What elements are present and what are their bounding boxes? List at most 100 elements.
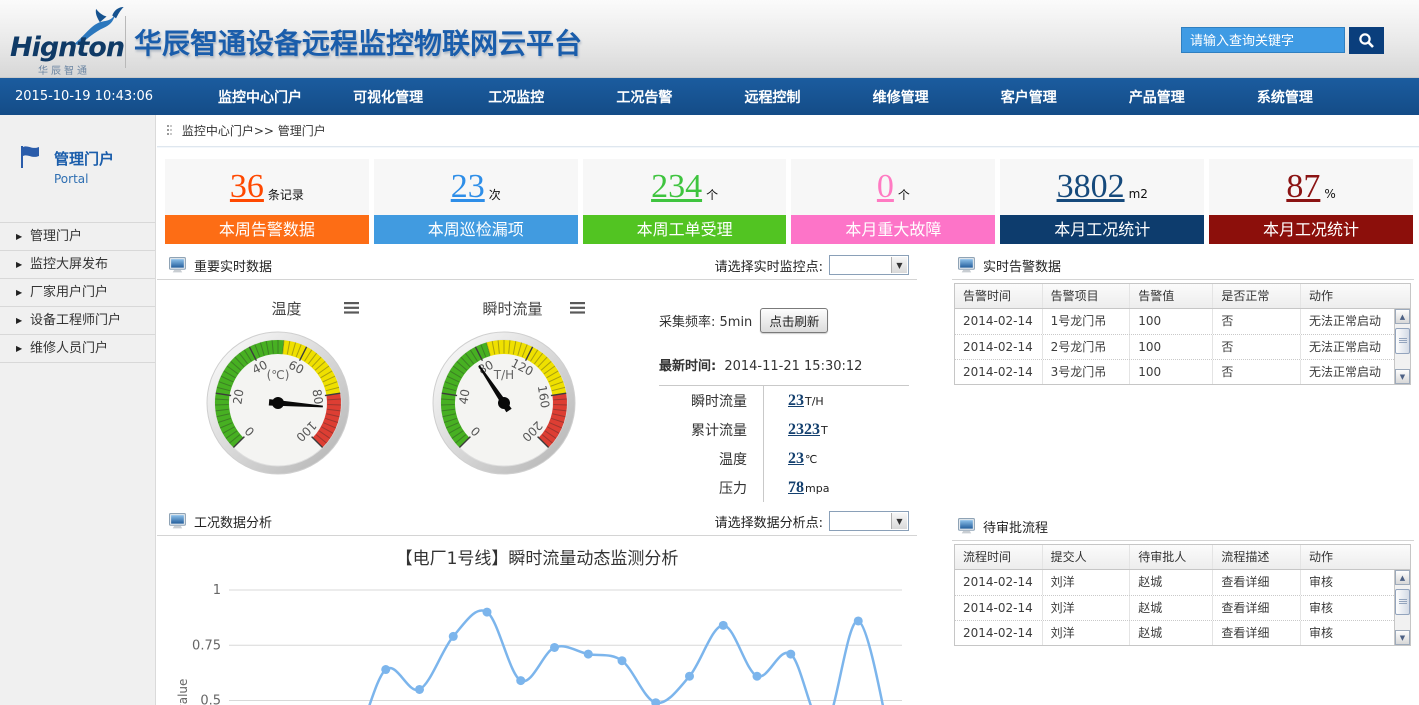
scrollbar-thumb[interactable]: [1395, 328, 1410, 354]
nav-item-7[interactable]: 客户管理: [965, 87, 1093, 107]
sidebar-item-5[interactable]: 维修人员门户: [0, 335, 155, 363]
sidebar-item-4[interactable]: 设备工程师门户: [0, 307, 155, 335]
sidebar-item-1[interactable]: 管理门户: [0, 223, 155, 251]
approval-cell: 2014-02-14: [955, 596, 1043, 620]
reading-unit: mpa: [805, 482, 829, 495]
stat-unit: 条记录: [268, 186, 304, 203]
breadcrumb: 监控中心门户>> 管理门户: [157, 115, 1419, 147]
nav-item-3[interactable]: 工况监控: [452, 87, 580, 107]
approval-column-header: 流程描述: [1213, 545, 1301, 569]
gauge-title: 瞬时流量: [455, 298, 570, 319]
stat-label-bar: 本周巡检漏项: [374, 215, 578, 244]
data-point-marker: [651, 698, 660, 705]
sidebar-item-2[interactable]: 监控大屏发布: [0, 251, 155, 279]
stat-value-area: 234个: [583, 159, 787, 215]
approval-cell: 审核: [1301, 570, 1393, 595]
stat-label-bar: 本月工况统计: [1000, 215, 1204, 244]
analysis-point-select[interactable]: ▼: [829, 511, 909, 531]
alarm-cell: 2号龙门吊: [1043, 335, 1131, 359]
alarm-cell: 3号龙门吊: [1043, 360, 1131, 384]
sidebar: 管理门户 Portal 管理门户监控大屏发布厂家用户门户设备工程师门户维修人员门…: [0, 115, 156, 705]
data-point-marker: [719, 621, 728, 630]
data-point-marker: [618, 656, 627, 665]
sidebar-item-3[interactable]: 厂家用户门户: [0, 279, 155, 307]
y-axis-label: value: [176, 679, 190, 705]
stat-value-link[interactable]: 36: [230, 168, 264, 206]
alarm-table-row[interactable]: 2014-02-142号龙门吊100否无法正常启动: [955, 334, 1410, 359]
left-column: 重要实时数据 请选择实时监控点: ▼ 温度020406080100(℃) 瞬时流…: [157, 251, 917, 705]
stat-card-2: 23次本周巡检漏项: [374, 159, 578, 244]
nav-item-5[interactable]: 远程控制: [708, 87, 836, 107]
approval-panel-title: 待审批流程: [983, 517, 1048, 536]
monitor-point-select[interactable]: ▼: [829, 255, 909, 275]
reading-row: 温度23℃: [659, 444, 909, 473]
stat-unit: %: [1324, 187, 1335, 201]
stat-value-link[interactable]: 87: [1286, 168, 1320, 206]
chevron-down-icon[interactable]: ▼: [891, 257, 907, 273]
alarm-cell: 否: [1213, 360, 1301, 384]
search-button[interactable]: [1349, 27, 1384, 54]
stat-value-link[interactable]: 234: [651, 168, 702, 206]
stat-cards-row: 36条记录本周告警数据23次本周巡检漏项234个本周工单受理0个本月重大故障38…: [165, 159, 1413, 244]
reading-number: 23: [788, 450, 804, 467]
data-point-marker: [584, 650, 593, 659]
approval-column-header: 提交人: [1043, 545, 1131, 569]
approval-cell: 查看详细: [1213, 596, 1301, 620]
alarm-table-row[interactable]: 2014-02-143号龙门吊100否无法正常启动: [955, 359, 1410, 384]
vertical-scrollbar[interactable]: ▲▼: [1394, 309, 1410, 384]
nav-item-4[interactable]: 工况告警: [580, 87, 708, 107]
approval-header-row: 流程时间提交人待审批人流程描述动作: [955, 545, 1410, 570]
latest-time-value: 2014-11-21 15:30:12: [724, 359, 862, 374]
stat-value-link[interactable]: 3802: [1057, 168, 1125, 206]
nav-item-2[interactable]: 可视化管理: [324, 87, 452, 107]
scrollbar-down-button[interactable]: ▼: [1395, 630, 1410, 645]
data-point-marker: [449, 632, 458, 641]
alarm-cell: 100: [1130, 360, 1213, 384]
approval-cell: 审核: [1301, 621, 1393, 645]
approval-table-row[interactable]: 2014-02-14刘洋赵城查看详细审核: [955, 620, 1410, 645]
approval-table-row[interactable]: 2014-02-14刘洋赵城查看详细审核: [955, 570, 1410, 595]
alarm-cell: 100: [1130, 335, 1213, 359]
approval-cell: 查看详细: [1213, 621, 1301, 645]
approval-column-header: 流程时间: [955, 545, 1043, 569]
gauge-header: 温度: [193, 298, 363, 318]
approval-table: 流程时间提交人待审批人流程描述动作2014-02-14刘洋赵城查看详细审核201…: [954, 544, 1411, 646]
alarm-cell: 2014-02-14: [955, 360, 1043, 384]
monitor-icon: [169, 513, 187, 529]
stat-unit: m2: [1129, 187, 1148, 201]
analysis-section-header: 工况数据分析 请选择数据分析点: ▼: [157, 507, 917, 536]
stat-value-link[interactable]: 23: [451, 168, 485, 206]
scrollbar-down-button[interactable]: ▼: [1395, 369, 1410, 384]
search-input[interactable]: [1181, 27, 1345, 53]
reading-row: 累计流量2323T: [659, 415, 909, 444]
reading-label: 瞬时流量: [659, 391, 763, 411]
menu-icon[interactable]: [344, 299, 359, 318]
scrollbar-up-button[interactable]: ▲: [1395, 309, 1410, 324]
nav-timestamp: 2015-10-19 10:43:06: [0, 89, 196, 104]
alarm-cell: 无法正常启动: [1301, 309, 1393, 334]
nav-item-1[interactable]: 监控中心门户: [196, 87, 324, 107]
monitor-point-select-label: 请选择实时监控点:: [715, 256, 823, 275]
reading-value: 23℃: [763, 444, 909, 473]
nav-menu: 监控中心门户可视化管理工况监控工况告警远程控制维修管理客户管理产品管理系统管理: [196, 87, 1419, 107]
approval-table-body: 2014-02-14刘洋赵城查看详细审核2014-02-14刘洋赵城查看详细审核…: [955, 570, 1410, 645]
nav-item-8[interactable]: 产品管理: [1093, 87, 1221, 107]
nav-item-9[interactable]: 系统管理: [1221, 87, 1349, 107]
alarm-table-body: 2014-02-141号龙门吊100否无法正常启动2014-02-142号龙门吊…: [955, 309, 1410, 384]
stat-value-link[interactable]: 0: [877, 168, 894, 206]
nav-item-6[interactable]: 维修管理: [837, 87, 965, 107]
alarm-table-row[interactable]: 2014-02-141号龙门吊100否无法正常启动: [955, 309, 1410, 334]
menu-icon[interactable]: [570, 299, 585, 318]
svg-text:80: 80: [309, 388, 325, 405]
portal-title: 管理门户: [54, 148, 155, 169]
portal-subtitle: Portal: [54, 172, 155, 186]
analysis-point-select-label: 请选择数据分析点:: [715, 512, 823, 531]
chevron-down-icon[interactable]: ▼: [891, 513, 907, 529]
stat-unit: 个: [706, 186, 718, 203]
vertical-scrollbar[interactable]: ▲▼: [1394, 570, 1410, 645]
reading-value: 78mpa: [763, 473, 909, 502]
refresh-button[interactable]: 点击刷新: [760, 308, 828, 333]
approval-table-row[interactable]: 2014-02-14刘洋赵城查看详细审核: [955, 595, 1410, 620]
scrollbar-up-button[interactable]: ▲: [1395, 570, 1410, 585]
scrollbar-thumb[interactable]: [1395, 589, 1410, 615]
